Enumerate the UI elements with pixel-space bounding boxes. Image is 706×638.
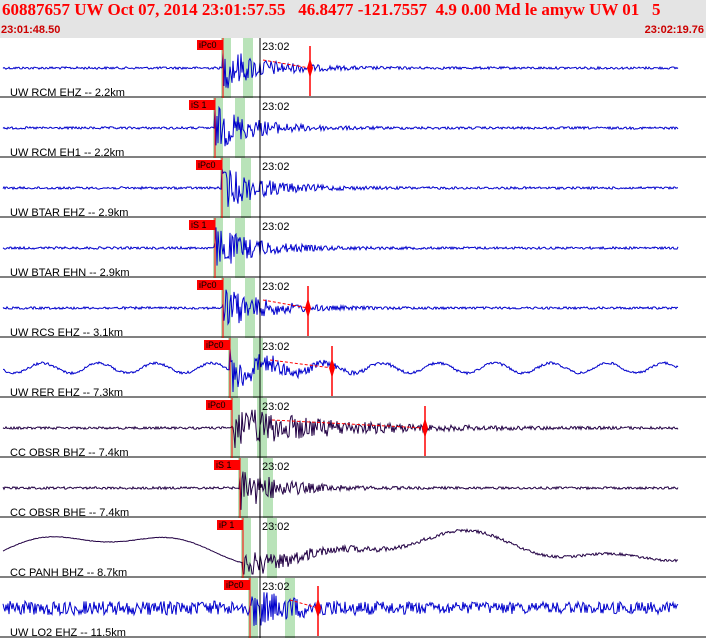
minute-tick-label: 23:02 (262, 221, 290, 233)
pick-label: iPc0 (199, 40, 217, 50)
pick-label: iPc0 (206, 340, 224, 350)
station-label: UW RCM EHZ -- 2.2km (10, 87, 125, 99)
header-bar: 60887657 UW Oct 07, 2014 23:01:57.55 46.… (0, 0, 706, 38)
waveform-trace (2, 105, 679, 147)
station-label: CC PANH BHZ -- 8.7km (10, 567, 127, 579)
event-title: 60887657 UW Oct 07, 2014 23:01:57.55 46.… (2, 0, 661, 19)
station-label: CC OBSR BHE -- 7.4km (10, 507, 129, 519)
pick-label: iP 1 (219, 520, 234, 530)
minute-tick-label: 23:02 (262, 281, 290, 293)
station-label: UW LO2 EHZ -- 11.5km (10, 627, 126, 638)
waveform-trace (2, 168, 679, 207)
minute-tick-label: 23:02 (262, 161, 290, 173)
pick-label: iPc0 (198, 160, 216, 170)
time-end: 23:02:19.76 (644, 24, 704, 36)
station-label: UW RCS EHZ -- 3.1km (10, 327, 123, 339)
minute-tick-label: 23:02 (262, 101, 290, 113)
waveform-trace (3, 348, 679, 393)
waveform-trace (2, 592, 679, 626)
minute-tick-label: 23:02 (262, 341, 290, 353)
waveform-trace (2, 52, 679, 89)
station-label: CC OBSR BHZ -- 7.4km (10, 447, 129, 459)
pick-label: iS 1 (191, 100, 207, 110)
pick-label: iPc0 (199, 280, 217, 290)
station-label: UW BTAR EHZ -- 2.9km (10, 207, 128, 219)
minute-tick-label: 23:02 (262, 581, 290, 593)
pick-label: iS 1 (191, 220, 207, 230)
waveform-trace (2, 227, 679, 266)
waveform-trace (2, 471, 679, 510)
pick-label: iPc0 (208, 400, 226, 410)
waveform-trace (2, 289, 679, 326)
waveform-trace (2, 409, 679, 449)
minute-tick-label: 23:02 (262, 401, 290, 413)
station-label: UW RER EHZ -- 7.3km (10, 387, 123, 399)
minute-tick-label: 23:02 (262, 521, 290, 533)
seismogram-plot: iPc0 23:02 UW RCM EHZ -- 2.2km iS 1 23:02 UW … (0, 38, 706, 638)
pick-label: iPc0 (226, 580, 244, 590)
station-label: UW RCM EH1 -- 2.2km (10, 147, 124, 159)
station-label: UW BTAR EHN -- 2.9km (10, 267, 130, 279)
minute-tick-label: 23:02 (262, 41, 290, 53)
pick-label: iS 1 (216, 460, 232, 470)
minute-tick-label: 23:02 (262, 461, 290, 473)
time-start: 23:01:48.50 (1, 24, 61, 36)
